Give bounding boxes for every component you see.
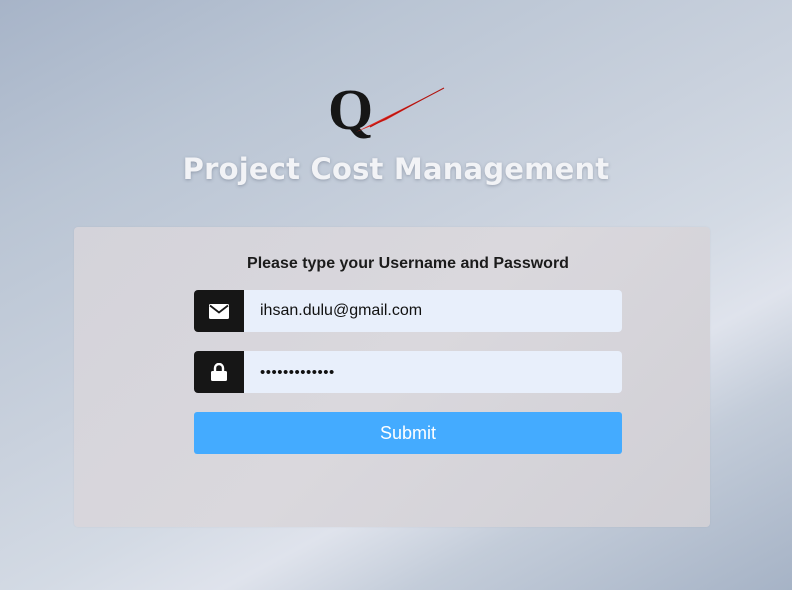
submit-button[interactable]: Submit [194, 412, 622, 454]
envelope-icon [209, 303, 229, 319]
login-instructions: Please type your Username and Password [247, 255, 569, 272]
app-logo: Q [326, 77, 450, 144]
password-input[interactable] [244, 351, 622, 393]
username-field [194, 290, 622, 332]
username-addon [194, 290, 244, 332]
username-input[interactable] [244, 290, 622, 332]
logo-mark: Q [328, 77, 445, 142]
password-field [194, 351, 622, 393]
password-addon [194, 351, 244, 393]
logo-letter: Q [328, 78, 373, 142]
page-title: Project Cost Management [182, 152, 610, 186]
lock-icon [211, 363, 227, 381]
